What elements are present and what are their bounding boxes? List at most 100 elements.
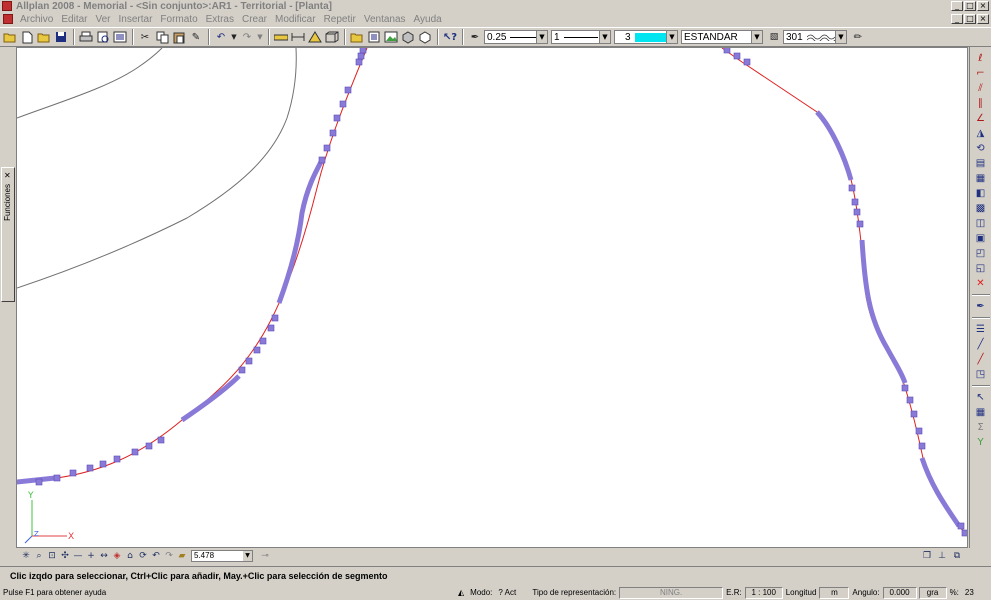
chevron-down-icon[interactable]: ▼ <box>751 31 762 43</box>
representation-value[interactable]: NING. <box>619 586 724 599</box>
refresh-button[interactable]: ⟳ <box>137 550 149 562</box>
chevron-down-icon[interactable]: ▼ <box>666 31 677 43</box>
menu-repetir[interactable]: Repetir <box>320 14 360 25</box>
vertex-marker[interactable] <box>733 52 741 60</box>
selected-segment-right-low[interactable] <box>919 457 962 528</box>
maximize-button[interactable]: □ <box>964 1 976 11</box>
offset-tool-button[interactable]: ∥ <box>973 96 989 111</box>
pattern-toggle-button[interactable]: ▧ <box>766 29 782 45</box>
mirror-tool-button[interactable]: ◮ <box>973 126 989 141</box>
selected-segment-right-mid[interactable] <box>859 239 908 384</box>
plot-button[interactable] <box>112 29 128 45</box>
minimize-button[interactable]: _ <box>951 1 963 11</box>
menu-archivo[interactable]: Archivo <box>16 14 57 25</box>
snap-button[interactable]: ✳ <box>20 550 32 562</box>
copy-tool-button[interactable]: ▤ <box>973 156 989 171</box>
new-button[interactable] <box>19 29 35 45</box>
vertex-marker[interactable] <box>253 346 261 354</box>
undo-button[interactable]: ↶ <box>213 29 229 45</box>
vertex-marker[interactable] <box>86 464 94 472</box>
line-type-select[interactable]: 1 ▼ <box>551 30 611 44</box>
zoom-button[interactable]: ⌕ <box>33 550 45 562</box>
vertex-marker[interactable] <box>957 522 965 530</box>
parallel-tool-button[interactable]: ⫽ <box>973 81 989 96</box>
help-button[interactable]: ↖? <box>442 29 458 45</box>
sum-button[interactable]: Σ <box>973 420 989 435</box>
document-icon[interactable] <box>3 14 13 24</box>
view-redo-button[interactable]: ↷ <box>163 550 175 562</box>
print-button[interactable] <box>78 29 94 45</box>
pick-format-button[interactable]: ✒ <box>973 299 989 314</box>
selected-segment-left-curve[interactable] <box>180 374 241 423</box>
vertex-marker[interactable] <box>259 337 267 345</box>
copy-button[interactable] <box>154 29 170 45</box>
drawing-canvas[interactable]: Y X Z <box>16 47 968 548</box>
pan-button[interactable]: ✣ <box>59 550 71 562</box>
chevron-down-icon[interactable]: ▼ <box>599 31 610 43</box>
line-style-button[interactable]: ╱ <box>973 337 989 352</box>
selected-segment-left-mid[interactable] <box>276 158 325 304</box>
view-undo-button[interactable]: ↶ <box>150 550 162 562</box>
color-select[interactable]: 3 ▼ <box>614 30 678 44</box>
menu-crear[interactable]: Crear <box>238 14 271 25</box>
scale-tool-button[interactable]: ◫ <box>973 216 989 231</box>
contour-line[interactable] <box>17 48 297 289</box>
print-preview-button[interactable] <box>95 29 111 45</box>
zoom-out-button[interactable]: — <box>72 550 84 562</box>
vertex-marker[interactable] <box>329 129 337 137</box>
pen-color-button[interactable]: ╱ <box>973 352 989 367</box>
window-split-button[interactable]: ⊥ <box>936 550 948 562</box>
cascade-button[interactable]: ⧉ <box>951 550 963 562</box>
mode-value[interactable]: ? Act <box>495 588 529 597</box>
format-painter-button[interactable]: ✎ <box>188 29 204 45</box>
redo-button[interactable]: ↷ <box>239 29 255 45</box>
menu-insertar[interactable]: Insertar <box>115 14 157 25</box>
elevation-button[interactable] <box>307 29 323 45</box>
zoom-window-button[interactable]: ⊡ <box>46 550 58 562</box>
vertex-marker[interactable] <box>856 220 864 228</box>
funciones-tab[interactable]: ✕ Funciones <box>1 167 15 302</box>
vertex-marker[interactable] <box>901 384 909 392</box>
doc-minimize-button[interactable]: _ <box>951 14 963 24</box>
delete-tool-button[interactable]: ✕ <box>973 276 989 291</box>
paste-button[interactable] <box>171 29 187 45</box>
vertex-marker[interactable] <box>113 455 121 463</box>
line-tool-button[interactable]: ℓ <box>973 51 989 66</box>
vertex-marker[interactable] <box>271 314 279 322</box>
vertex-marker[interactable] <box>915 427 923 435</box>
vertex-marker[interactable] <box>851 198 859 206</box>
vertex-marker[interactable] <box>359 48 367 54</box>
vertex-marker[interactable] <box>853 208 861 216</box>
eyedropper-button[interactable]: ✒ <box>467 29 483 45</box>
vertex-marker[interactable] <box>99 460 107 468</box>
menu-ayuda[interactable]: Ayuda <box>410 14 446 25</box>
vertex-marker[interactable] <box>238 366 246 374</box>
dimension-button[interactable] <box>290 29 306 45</box>
layer-button[interactable] <box>366 29 382 45</box>
vertex-marker[interactable] <box>131 448 139 456</box>
attribute-pick-button[interactable]: ✏ <box>850 29 866 45</box>
angle-tool-button[interactable]: ∠ <box>973 111 989 126</box>
render-button[interactable] <box>417 29 433 45</box>
wireframe-button[interactable] <box>324 29 340 45</box>
line-weight-button[interactable]: ☰ <box>973 322 989 337</box>
tile-windows-button[interactable]: ❐ <box>921 550 933 562</box>
layer-select[interactable]: ESTANDAR ▼ <box>681 30 763 44</box>
pen-thickness-select[interactable]: 0.25 ▼ <box>484 30 548 44</box>
vertex-marker[interactable] <box>339 100 347 108</box>
save-button[interactable] <box>53 29 69 45</box>
vertex-marker[interactable] <box>848 184 856 192</box>
angle-value[interactable]: 0.000 <box>882 586 917 599</box>
open-project-button[interactable] <box>2 29 18 45</box>
vertex-marker[interactable] <box>743 58 751 66</box>
layer-change-button[interactable]: ◳ <box>973 367 989 382</box>
vertex-marker[interactable] <box>357 52 365 60</box>
vertex-marker[interactable] <box>69 469 77 477</box>
menu-ventanas[interactable]: Ventanas <box>360 14 410 25</box>
cut-button[interactable]: ✂ <box>137 29 153 45</box>
saved-views-button[interactable]: ▰ <box>176 550 188 562</box>
group-tool-button[interactable]: ▣ <box>973 231 989 246</box>
chevron-down-icon[interactable]: ▼ <box>536 31 547 43</box>
vertex-marker[interactable] <box>333 114 341 122</box>
3d-view-button[interactable] <box>400 29 416 45</box>
